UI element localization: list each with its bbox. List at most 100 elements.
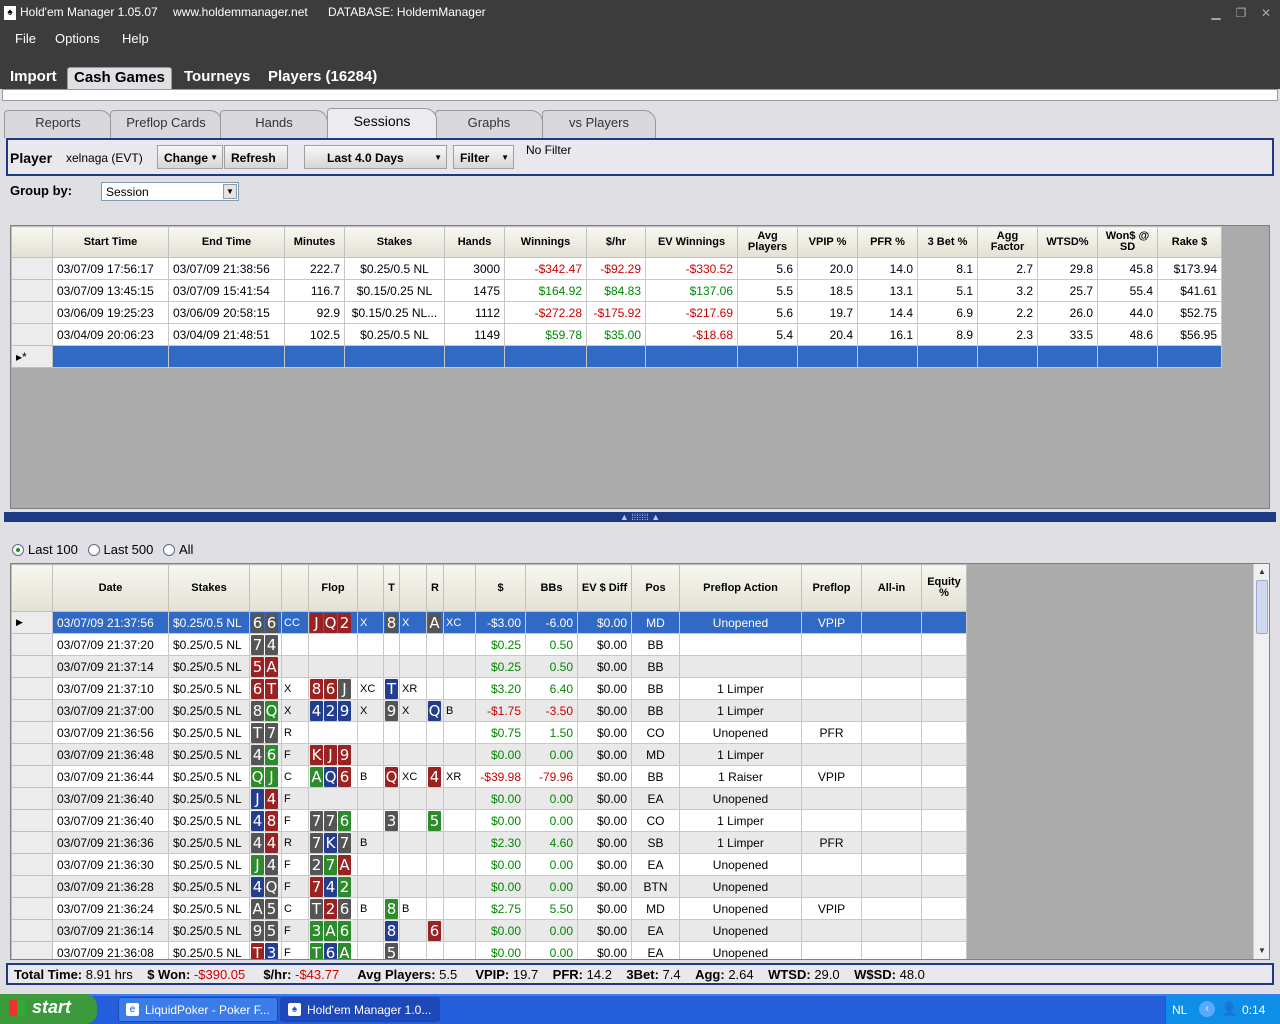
- menu-file[interactable]: File: [15, 31, 36, 46]
- col-pos[interactable]: Pos: [631, 564, 680, 612]
- row-selector[interactable]: [11, 743, 53, 766]
- hand-row[interactable]: 03/07/09 21:36:48 $0.25/0.5 NL 4 6 F K J 9 $0.00…: [11, 743, 967, 766]
- col-turn-act[interactable]: [399, 564, 427, 612]
- col-date[interactable]: Date: [52, 564, 169, 612]
- tab-vs-players[interactable]: vs Players: [542, 110, 656, 138]
- group-by-select[interactable]: Session ▼: [101, 182, 239, 201]
- row-selector[interactable]: [11, 941, 53, 959]
- col-avg-players[interactable]: Avg Players: [737, 226, 798, 258]
- row-selector[interactable]: [11, 853, 53, 876]
- row-selector[interactable]: [11, 787, 53, 810]
- start-button[interactable]: start: [0, 994, 97, 1024]
- col-rake[interactable]: Rake $: [1157, 226, 1222, 258]
- session-row[interactable]: 03/07/09 17:56:17 03/07/09 21:38:56 222.7 $…: [11, 257, 1222, 280]
- tab-graphs[interactable]: Graphs: [435, 110, 543, 138]
- row-selector[interactable]: [11, 655, 53, 678]
- row-selector[interactable]: [11, 323, 53, 346]
- col-river-act[interactable]: [443, 564, 476, 612]
- row-selector[interactable]: [11, 897, 53, 920]
- new-row-cell[interactable]: [344, 345, 445, 368]
- col-agg-factor[interactable]: Agg Factor: [977, 226, 1038, 258]
- panel-splitter[interactable]: ▲ ⁞⁞⁞⁞⁞⁞⁞ ▲: [4, 512, 1276, 522]
- new-row[interactable]: ▸*: [11, 345, 1222, 368]
- radio-last-100[interactable]: Last 100: [12, 542, 78, 557]
- new-row-cell[interactable]: [168, 345, 285, 368]
- radio-all[interactable]: All: [163, 542, 193, 557]
- col-won-at-sd[interactable]: Won$ @ SD: [1097, 226, 1158, 258]
- col-wtsd[interactable]: WTSD%: [1037, 226, 1098, 258]
- hand-row[interactable]: 03/07/09 21:37:10 $0.25/0.5 NL 6 T X 8 6 J XC T XR…: [11, 677, 967, 700]
- new-row-cell[interactable]: [917, 345, 978, 368]
- row-selector[interactable]: [11, 257, 53, 280]
- tab-preflop-cards[interactable]: Preflop Cards: [110, 110, 222, 138]
- menu-help[interactable]: Help: [122, 31, 149, 46]
- tab-players[interactable]: Players (16284): [262, 67, 383, 89]
- col-preflop-act[interactable]: [281, 564, 309, 612]
- col-end-time[interactable]: End Time: [168, 226, 285, 258]
- row-selector[interactable]: [11, 721, 53, 744]
- hand-row[interactable]: 03/07/09 21:37:00 $0.25/0.5 NL 8 Q X 4 2 9 X 9 X Q B…: [11, 699, 967, 722]
- close-icon[interactable]: ✕: [1258, 6, 1274, 20]
- taskbar-item-holdem-manager[interactable]: ♠ Hold'em Manager 1.0...: [280, 997, 440, 1022]
- col-pfr[interactable]: PFR %: [857, 226, 918, 258]
- col-equity[interactable]: Equity %: [921, 564, 967, 612]
- session-row[interactable]: 03/07/09 13:45:15 03/07/09 15:41:54 116.7 $…: [11, 279, 1222, 302]
- new-row-cell[interactable]: [645, 345, 738, 368]
- hand-row[interactable]: 03/07/09 21:36:36 $0.25/0.5 NL 4 4 R 7 K 7 B $2.3…: [11, 831, 967, 854]
- new-row-cell[interactable]: [857, 345, 918, 368]
- menu-options[interactable]: Options: [55, 31, 100, 46]
- session-row[interactable]: 03/04/09 20:06:23 03/04/09 21:48:51 102.5 $…: [11, 323, 1222, 346]
- row-selector[interactable]: [11, 765, 53, 788]
- row-selector[interactable]: [11, 279, 53, 302]
- col-ev-winnings[interactable]: EV Winnings: [645, 226, 738, 258]
- col-stakes[interactable]: Stakes: [168, 564, 250, 612]
- filter-button[interactable]: Filter ▼: [453, 145, 514, 169]
- hand-row[interactable]: ▶ 03/07/09 21:37:56 $0.25/0.5 NL 6 6 CC J Q 2 X 8 X…: [11, 611, 967, 634]
- col-river[interactable]: R: [426, 564, 444, 612]
- tab-import[interactable]: Import: [4, 67, 63, 89]
- change-button[interactable]: Change ▼: [157, 145, 223, 169]
- row-selector[interactable]: [11, 809, 53, 832]
- radio-last-500[interactable]: Last 500: [87, 542, 153, 557]
- hand-row[interactable]: 03/07/09 21:36:40 $0.25/0.5 NL 4 8 F 7 7 6 3 5 $0.…: [11, 809, 967, 832]
- col-hands[interactable]: Hands: [444, 226, 505, 258]
- col-flop[interactable]: Flop: [308, 564, 358, 612]
- taskbar-item-liquidpoker[interactable]: e LiquidPoker - Poker F...: [118, 997, 278, 1022]
- tab-hands[interactable]: Hands: [220, 110, 328, 138]
- chevron-down-icon[interactable]: ▼: [223, 184, 237, 199]
- tray-expand-icon[interactable]: ‹: [1199, 1001, 1215, 1017]
- hand-row[interactable]: 03/07/09 21:36:08 $0.25/0.5 NL T 3 F T 6 A 5 $0.0…: [11, 941, 967, 959]
- refresh-button[interactable]: Refresh: [224, 145, 288, 169]
- hand-row[interactable]: 03/07/09 21:36:14 $0.25/0.5 NL 9 5 F 3 A 6 8 6 $0.…: [11, 919, 967, 942]
- col-minutes[interactable]: Minutes: [284, 226, 345, 258]
- vertical-scrollbar[interactable]: ▲ ▼: [1253, 564, 1269, 959]
- new-row-cell[interactable]: [1037, 345, 1098, 368]
- hand-row[interactable]: 03/07/09 21:36:44 $0.25/0.5 NL Q J C A Q 6 B Q XC 4…: [11, 765, 967, 788]
- col-won[interactable]: $: [475, 564, 526, 612]
- row-selector[interactable]: [11, 919, 53, 942]
- tab-sessions[interactable]: Sessions: [327, 108, 437, 138]
- scroll-thumb[interactable]: [1256, 580, 1268, 634]
- col-preflop[interactable]: Preflop: [801, 564, 862, 612]
- language-indicator[interactable]: NL: [1172, 1003, 1187, 1017]
- row-selector[interactable]: ▶: [11, 611, 53, 634]
- hand-row[interactable]: 03/07/09 21:36:24 $0.25/0.5 NL A 5 C T 2 6 B 8 B $2…: [11, 897, 967, 920]
- scroll-down-icon[interactable]: ▼: [1255, 944, 1269, 958]
- new-row-cell[interactable]: [284, 345, 345, 368]
- col-turn[interactable]: T: [383, 564, 400, 612]
- col-ev-diff[interactable]: EV $ Diff: [577, 564, 632, 612]
- new-row-cell[interactable]: [797, 345, 858, 368]
- hand-row[interactable]: 03/07/09 21:36:56 $0.25/0.5 NL T 7 R $0.75 1.5…: [11, 721, 967, 744]
- col-bbs[interactable]: BBs: [525, 564, 578, 612]
- col-dollar-per-hour[interactable]: $/hr: [586, 226, 646, 258]
- row-selector[interactable]: [11, 875, 53, 898]
- new-row-cell[interactable]: [52, 345, 169, 368]
- row-selector[interactable]: [11, 831, 53, 854]
- network-icon[interactable]: 👤: [1221, 1001, 1237, 1017]
- col-preflop-action[interactable]: Preflop Action: [679, 564, 802, 612]
- row-selector[interactable]: [11, 301, 53, 324]
- col-start-time[interactable]: Start Time: [52, 226, 169, 258]
- col-all-in[interactable]: All-in: [861, 564, 922, 612]
- hand-row[interactable]: 03/07/09 21:36:28 $0.25/0.5 NL 4 Q F 7 4 2 $0.00…: [11, 875, 967, 898]
- col-hole-cards[interactable]: [249, 564, 282, 612]
